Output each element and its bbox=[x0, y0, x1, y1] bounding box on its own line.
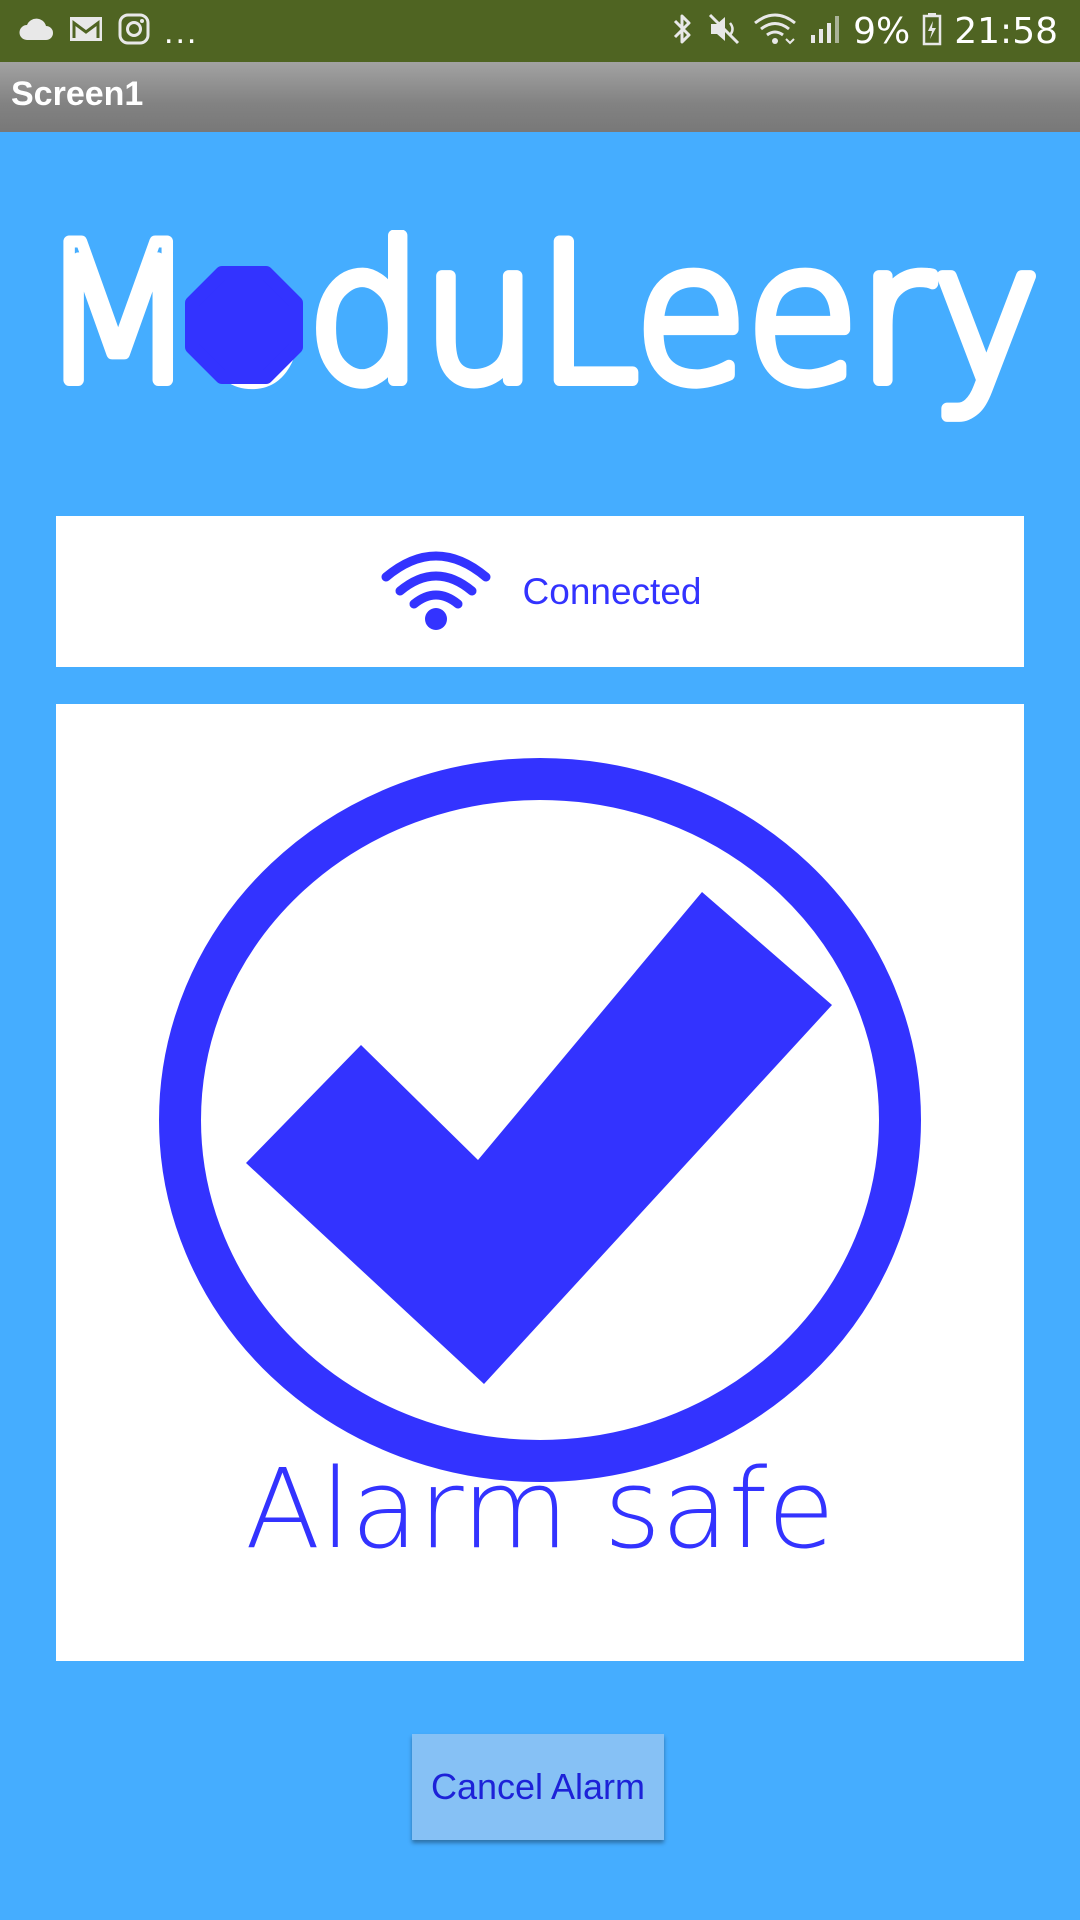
bluetooth-icon bbox=[671, 11, 695, 52]
connection-status-row: Connected bbox=[56, 516, 1024, 667]
status-time: 21:58 bbox=[954, 10, 1058, 52]
wifi-connected-icon bbox=[379, 547, 493, 636]
more-notifications-indicator: ... bbox=[164, 12, 199, 51]
app-logo: ModuLeery bbox=[34, 198, 1050, 431]
status-bar: ... 9% 21:58 bbox=[0, 0, 1080, 62]
gmail-icon bbox=[68, 14, 104, 49]
alarm-status-label: Alarm safe bbox=[245, 1445, 835, 1573]
screen-title: Screen1 bbox=[11, 75, 144, 113]
mute-icon bbox=[707, 12, 741, 51]
instagram-icon bbox=[118, 13, 150, 50]
status-bar-notifications: ... bbox=[18, 0, 198, 62]
signal-icon bbox=[809, 13, 841, 50]
cancel-alarm-button[interactable]: Cancel Alarm bbox=[412, 1734, 664, 1840]
title-bar: Screen1 bbox=[0, 62, 1080, 132]
battery-icon bbox=[922, 12, 942, 51]
alarm-status-card: Alarm safe bbox=[56, 704, 1024, 1661]
battery-percent: 9% bbox=[853, 10, 911, 52]
app-screen: ... 9% 21:58 Screen1 ModuLeery Connected… bbox=[0, 0, 1080, 1920]
connection-status-card: Connected bbox=[56, 516, 1024, 667]
cloud-icon bbox=[18, 16, 54, 47]
wifi-icon bbox=[753, 12, 797, 51]
status-bar-system: 9% 21:58 bbox=[671, 0, 1058, 62]
logo-octagon-icon bbox=[185, 266, 303, 384]
connection-status-label: Connected bbox=[522, 570, 702, 612]
